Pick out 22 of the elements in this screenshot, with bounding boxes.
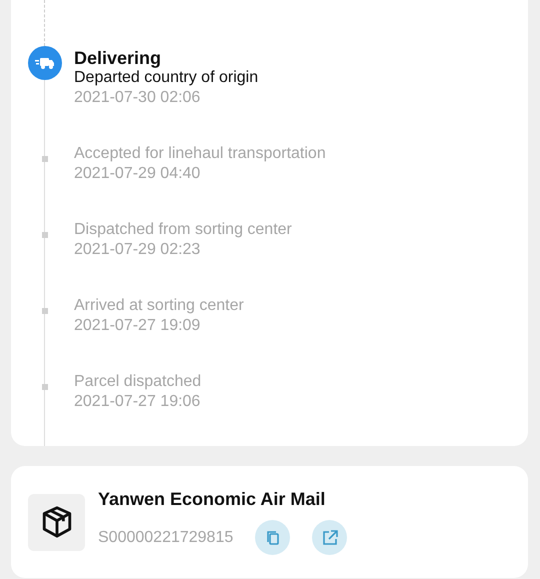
open-link-button[interactable]	[312, 520, 348, 555]
event-description: Departed country of origin	[74, 68, 258, 88]
event-description: Dispatched from sorting center	[74, 220, 292, 240]
event-status: Delivering	[74, 48, 162, 68]
event-time: 2021-07-30 02:06	[74, 88, 202, 108]
event-description: Accepted for linehaul transportation	[74, 144, 326, 164]
timeline-marker	[42, 156, 48, 162]
event-description: Arrived at sorting center	[74, 296, 244, 316]
event-time: 2021-07-29 04:40	[74, 164, 202, 184]
truck-icon	[35, 56, 55, 70]
external-link-icon	[322, 530, 338, 546]
event-time: 2021-07-27 19:09	[74, 316, 202, 336]
event-time: 2021-07-29 02:23	[74, 240, 202, 260]
copy-icon	[264, 530, 281, 546]
timeline-marker	[42, 232, 48, 238]
carrier-name: Yanwen Economic Air Mail	[98, 489, 326, 510]
copy-button[interactable]	[255, 520, 290, 555]
timeline-marker	[42, 384, 48, 390]
tracking-number: S00000221729815	[98, 528, 234, 546]
event-description: Parcel dispatched	[74, 372, 202, 392]
event-time: 2021-07-27 19:06	[74, 392, 202, 412]
timeline-marker	[42, 308, 48, 314]
